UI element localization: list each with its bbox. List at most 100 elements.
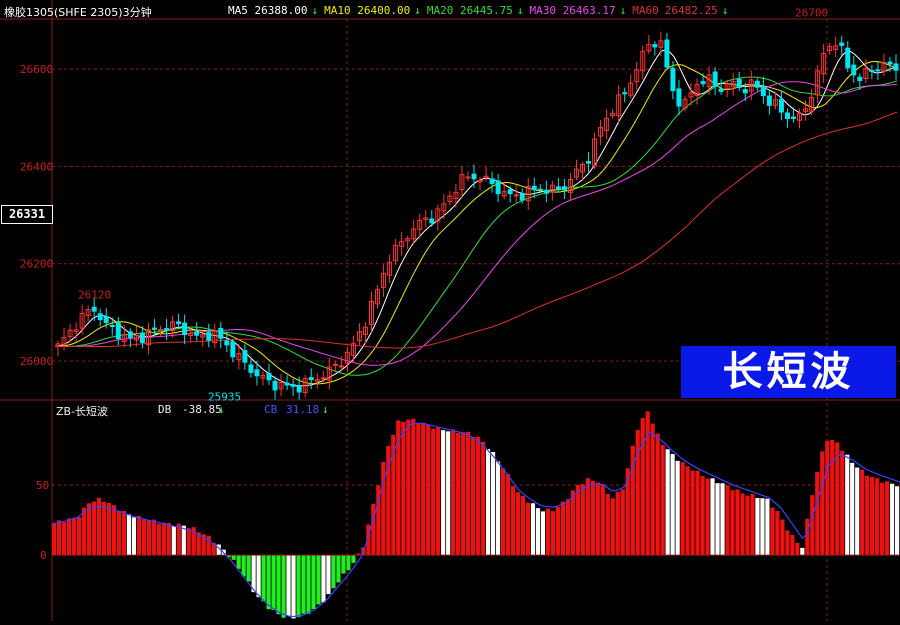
candle-body <box>712 71 718 87</box>
indicator-bar <box>181 525 186 556</box>
indicator-bar <box>745 495 750 556</box>
candle-body <box>115 322 121 340</box>
indicator-bar <box>266 555 271 610</box>
indicator-bar <box>820 451 825 556</box>
indicator-bar <box>476 436 481 556</box>
candle-body <box>308 377 314 381</box>
candle-body <box>766 95 772 106</box>
indicator-bar <box>815 471 820 556</box>
candle-body <box>586 161 592 164</box>
indicator-bar <box>725 485 730 556</box>
candle-body <box>91 306 97 312</box>
indicator-bar <box>635 429 640 556</box>
candle-body <box>194 331 200 336</box>
indicator-bar <box>510 486 516 556</box>
candle-body <box>857 76 863 82</box>
candle-body <box>471 173 477 180</box>
candle-body <box>248 364 254 373</box>
indicator-bar <box>471 436 476 556</box>
candle-body <box>869 70 875 73</box>
indicator-bar <box>585 478 590 556</box>
indicator-bar <box>580 484 585 556</box>
candle-body <box>284 382 290 386</box>
indicator-bar <box>690 470 695 556</box>
candle-body <box>320 377 326 380</box>
indicator-bar <box>505 474 511 556</box>
indicator-bar <box>660 445 665 556</box>
indicator-bar <box>495 461 501 556</box>
candle-body <box>242 350 248 363</box>
ma-legend-label: MA10 26400.00 <box>324 4 411 17</box>
chart-stage: 26000 26200 26400 26600 0 50 26120 25935 26700 橡… <box>0 0 900 621</box>
db-value: -38.85 <box>182 403 222 416</box>
indicator-bar <box>595 482 600 556</box>
ma-legend: MA5 26388.00 ↓ MA10 26400.00 ↓ MA20 26445.75… <box>228 4 734 17</box>
indicator-bar <box>411 418 416 556</box>
indicator-bar <box>446 431 451 556</box>
indicator-bar <box>875 478 880 556</box>
candle-body <box>875 69 881 72</box>
indicator-bar <box>451 429 456 556</box>
indicator-bar <box>485 449 491 556</box>
indicator-bar <box>151 519 156 556</box>
ma-legend-item: 26482.25 ↓ <box>665 4 729 17</box>
ma-legend-label: MA60 <box>632 4 659 17</box>
ma-legend-label: MA30 26463.17 <box>529 4 616 17</box>
indicator-bar <box>545 508 551 556</box>
candle-body <box>543 189 549 194</box>
indicator-bar <box>146 520 151 556</box>
ma-legend-item: MA60 <box>632 4 659 17</box>
price-tick-label: 26400 <box>20 160 53 173</box>
indicator-bar <box>176 523 181 556</box>
ma-legend-arrow: ↓ <box>311 4 319 17</box>
indicator-bar <box>331 555 336 589</box>
indicator-bar <box>251 555 256 593</box>
db-arrow: ↓ <box>218 403 225 416</box>
indicator-bar <box>306 555 311 614</box>
ma-line-ma60 <box>55 111 898 349</box>
indicator-bar <box>560 501 565 556</box>
current-price-label: 26331 <box>1 205 53 224</box>
indicator-bar <box>436 426 441 556</box>
candle-body <box>507 189 513 195</box>
candle-body <box>531 185 537 191</box>
ma-legend-label: MA20 26445.75 <box>426 4 513 17</box>
indicator-bar <box>790 535 795 556</box>
cb-value: 31.18 <box>286 403 320 416</box>
indicator-bar <box>406 419 411 556</box>
candle-body <box>290 384 296 387</box>
candle-body <box>851 64 857 76</box>
indicator-bar <box>52 522 57 556</box>
indicator-bar <box>126 514 132 556</box>
indicator-bar <box>166 522 171 556</box>
indicator-tick-label: 50 <box>36 479 49 492</box>
indicator-bar <box>56 520 62 556</box>
indicator-bar <box>865 475 870 556</box>
ma-legend-item: MA20 26445.75 ↓ <box>427 4 524 17</box>
candle-body <box>151 327 157 330</box>
indicator-bar <box>520 495 526 556</box>
indicator-bar <box>840 450 845 556</box>
indicator-bar <box>685 466 690 556</box>
chart-title: 橡胶1305(SHFE 2305)3分钟 <box>4 6 152 19</box>
indicator-bar <box>316 555 321 605</box>
indicator-bar <box>830 439 835 556</box>
indicator-bar <box>670 453 675 556</box>
indicator-bar <box>565 499 570 556</box>
indicator-bar <box>650 423 655 556</box>
indicator-name: ZB-长短波 <box>56 405 109 418</box>
candle-body <box>537 188 543 191</box>
indicator-bar <box>550 511 556 556</box>
indicator-bar <box>570 490 575 556</box>
indicator-bar <box>805 518 810 556</box>
indicator-bar <box>860 469 865 556</box>
candle-body <box>622 92 628 95</box>
indicator-bar <box>675 460 680 556</box>
indicator-bar <box>231 555 236 560</box>
indicator-bar <box>605 494 610 556</box>
candle-body <box>266 372 272 381</box>
indicator-bar <box>321 555 326 603</box>
candle-body <box>254 369 260 377</box>
indicator-bar <box>615 491 620 556</box>
indicator-bar <box>461 432 466 556</box>
